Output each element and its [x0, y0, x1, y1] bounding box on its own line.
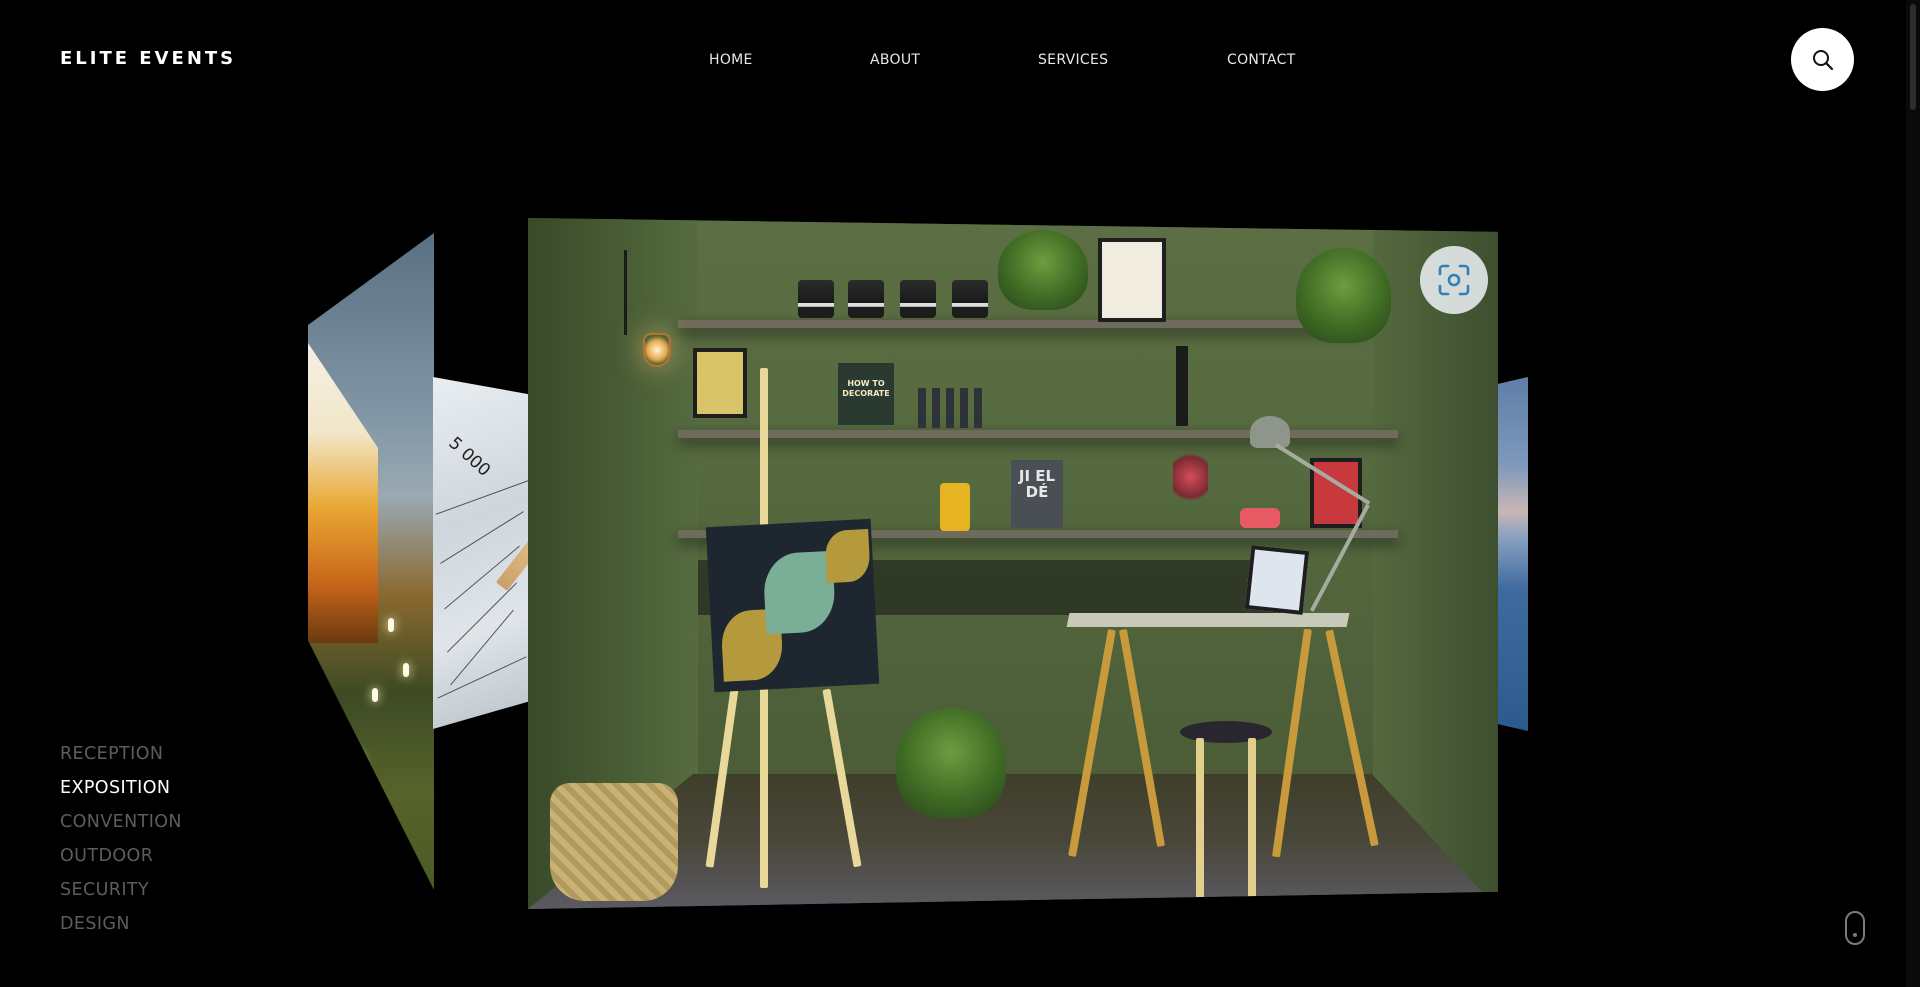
category-outdoor[interactable]: OUTDOOR	[60, 844, 182, 878]
desk-frame	[1244, 545, 1310, 615]
mouse-scroll-icon	[1845, 911, 1865, 945]
vase	[1176, 346, 1188, 426]
page: ELITE EVENTS HOME ABOUT SERVICES CONTACT	[0, 0, 1920, 987]
tent-shape	[308, 343, 378, 643]
book-jielde: JI EL DÉ	[1011, 460, 1063, 528]
slide-exposition-booth[interactable]: HOW TO DECORATE JI EL DÉ	[528, 218, 1498, 909]
desk-top	[1066, 613, 1350, 627]
image-carousel[interactable]: 5 000 HOW TO DECORATE JI EL DÉ	[0, 0, 1920, 987]
stool-leg	[1248, 738, 1256, 898]
wicker-basket	[550, 783, 678, 901]
slide-blueprint[interactable]: 5 000	[433, 377, 531, 729]
category-reception[interactable]: RECEPTION	[60, 742, 182, 776]
wall-frame	[1098, 238, 1166, 322]
screen-capture-icon	[1438, 264, 1470, 296]
flower-jar	[1173, 448, 1208, 506]
category-list: RECEPTION EXPOSITION CONVENTION OUTDOOR …	[60, 742, 182, 946]
book-decorate: HOW TO DECORATE	[838, 363, 894, 425]
bottles	[918, 388, 982, 428]
botanical-frame	[693, 348, 747, 418]
page-scrollbar[interactable]	[1906, 0, 1920, 987]
category-exposition[interactable]: EXPOSITION	[60, 776, 182, 810]
blueprint-number: 5 000	[444, 433, 495, 481]
category-security[interactable]: SECURITY	[60, 878, 182, 912]
category-design[interactable]: DESIGN	[60, 912, 182, 946]
paint-can	[798, 280, 834, 318]
paint-can	[900, 280, 936, 318]
leaf-canvas	[705, 518, 880, 693]
slide-outdoor-reception[interactable]	[308, 233, 434, 890]
desk-lamp	[1250, 416, 1290, 448]
booth-scene: HOW TO DECORATE JI EL DÉ	[528, 218, 1498, 909]
paint-can	[848, 280, 884, 318]
top-shelf	[678, 320, 1368, 328]
plant	[998, 230, 1088, 310]
screen-capture-button[interactable]	[1420, 246, 1488, 314]
stool-leg	[1196, 738, 1204, 898]
scrollbar-thumb[interactable]	[1910, 4, 1916, 110]
red-shoe	[1240, 508, 1280, 528]
plant	[1296, 248, 1391, 343]
middle-shelf	[678, 430, 1398, 438]
sneakers	[940, 483, 970, 531]
paint-can	[952, 280, 988, 318]
floor-plant	[896, 708, 1006, 818]
stool	[1180, 721, 1272, 743]
pendant-bulb	[643, 333, 671, 367]
slide-waterfront[interactable]	[1497, 377, 1528, 731]
pendant-cord	[624, 250, 627, 335]
category-convention[interactable]: CONVENTION	[60, 810, 182, 844]
